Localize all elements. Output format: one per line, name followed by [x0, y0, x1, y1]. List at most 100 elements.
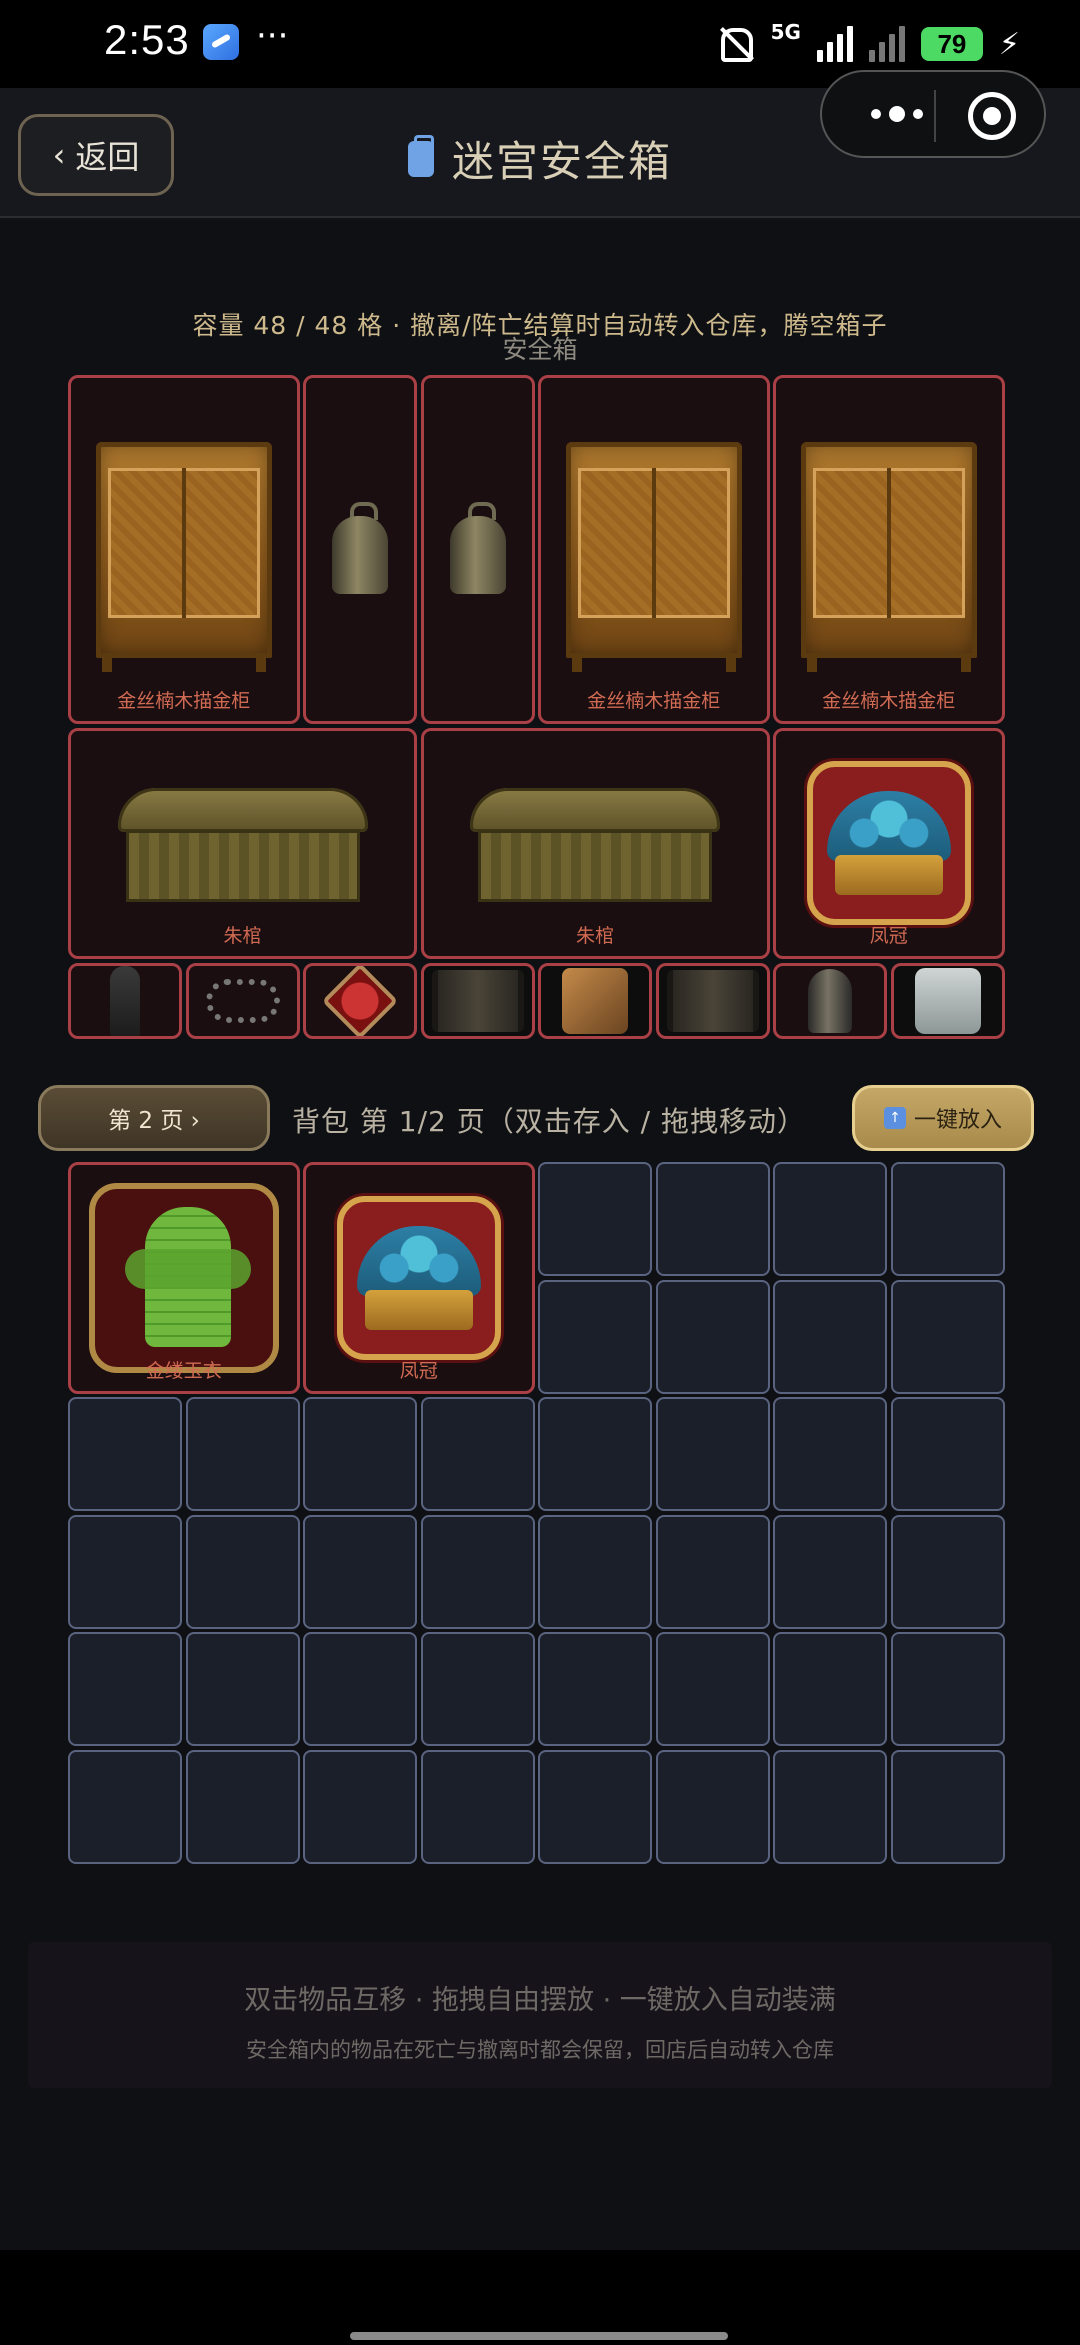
- status-time: 2:53: [104, 16, 190, 63]
- bag-slot[interactable]: [890, 1397, 1005, 1511]
- bag-slot[interactable]: [538, 1279, 652, 1394]
- jade-armor-icon: [88, 1182, 279, 1373]
- bag-slot[interactable]: [420, 1514, 535, 1629]
- item-label: 金丝楠木描金柜: [822, 690, 956, 712]
- capsule-divider: [934, 90, 936, 142]
- safe-item-coffin[interactable]: 朱棺: [68, 727, 417, 959]
- safe-item-cabinet[interactable]: 金丝楠木描金柜: [68, 375, 300, 724]
- charging-icon: ⚡: [998, 26, 1020, 62]
- safe-item-cabinet[interactable]: 金丝楠木描金柜: [538, 375, 770, 724]
- next-page-button[interactable]: 第 2 页 ›: [38, 1085, 270, 1151]
- item-label: 朱棺: [575, 925, 614, 947]
- backpack-icon: [407, 134, 434, 177]
- cabinet-icon: [800, 441, 977, 672]
- bag-slot[interactable]: [773, 1749, 887, 1864]
- page-title: 迷宫安全箱: [451, 137, 672, 186]
- safe-item-small[interactable]: [538, 962, 652, 1039]
- item-label: 朱棺: [223, 925, 262, 947]
- bag-slot[interactable]: [303, 1397, 417, 1511]
- bag-slot[interactable]: [655, 1397, 770, 1511]
- bag-slot[interactable]: [185, 1514, 300, 1629]
- safe-item-coffin[interactable]: 朱棺: [420, 727, 770, 959]
- bag-slot[interactable]: [890, 1514, 1005, 1629]
- bag-slot[interactable]: [68, 1632, 182, 1746]
- safe-item-small[interactable]: [890, 962, 1005, 1039]
- bag-page-label: 背包 第 1/2 页（双击存入 / 拖拽移动）: [292, 1105, 806, 1138]
- bag-slot[interactable]: [68, 1749, 182, 1864]
- bag-slot[interactable]: [538, 1162, 652, 1276]
- more-menu-icon[interactable]: [852, 94, 942, 134]
- auto-fill-button[interactable]: ↑ 一键放入: [852, 1085, 1034, 1151]
- bag-slot[interactable]: [185, 1632, 300, 1746]
- auto-fill-label: 一键放入: [913, 1108, 1002, 1133]
- bag-slot[interactable]: [185, 1749, 300, 1864]
- signal-no-service-icon: [868, 26, 905, 62]
- bag-slot[interactable]: [303, 1514, 417, 1629]
- coffin-icon: [117, 788, 368, 903]
- bag-slot[interactable]: [655, 1749, 770, 1864]
- bag-slot[interactable]: [773, 1632, 887, 1746]
- bag-slot[interactable]: [185, 1397, 300, 1511]
- bag-slot[interactable]: [538, 1397, 652, 1511]
- main-content: 容量 48 / 48 格 · 撤离/阵亡结算时自动转入仓库，腾空箱子 安全箱 金…: [0, 220, 1080, 2250]
- network-type: 5G: [770, 20, 801, 44]
- safe-item-small[interactable]: [655, 962, 770, 1039]
- safe-item-crown[interactable]: 凤冠: [773, 727, 1005, 959]
- bag-slot[interactable]: [773, 1279, 887, 1394]
- safe-item-small[interactable]: [773, 962, 887, 1039]
- cabinet-icon: [565, 441, 742, 672]
- tips-panel: 双击物品互移 · 拖拽自由摆放 · 一键放入自动装满 安全箱内的物品在死亡与撤离…: [28, 1942, 1052, 2088]
- home-indicator[interactable]: [350, 2332, 728, 2340]
- bag-slot[interactable]: [68, 1397, 182, 1511]
- close-miniprogram-icon[interactable]: [968, 92, 1016, 140]
- bag-slot[interactable]: [538, 1749, 652, 1864]
- safe-item-cabinet[interactable]: 金丝楠木描金柜: [773, 375, 1005, 724]
- bag-slot[interactable]: [773, 1397, 887, 1511]
- bag-item-crown[interactable]: 凤冠: [303, 1162, 535, 1394]
- coffin-icon: [470, 788, 720, 903]
- bag-slot[interactable]: [890, 1279, 1005, 1394]
- app-notification-icon: [203, 24, 239, 60]
- bag-slot[interactable]: [773, 1514, 887, 1629]
- safe-item-small[interactable]: [185, 962, 300, 1039]
- bag-slot[interactable]: [655, 1162, 770, 1276]
- safe-item-bell[interactable]: [420, 375, 535, 724]
- prayer-beads-icon: [205, 978, 280, 1023]
- tips-line-2: 安全箱内的物品在死亡与撤离时都会保留，回店后自动转入仓库: [246, 2038, 834, 2062]
- status-icons: 5G 79 ⚡: [713, 20, 1020, 68]
- bag-slot[interactable]: [538, 1632, 652, 1746]
- bag-slot[interactable]: [420, 1632, 535, 1746]
- safe-item-bell[interactable]: [303, 375, 417, 724]
- phoenix-crown-icon: [806, 761, 971, 926]
- bag-slot[interactable]: [890, 1749, 1005, 1864]
- phoenix-crown-icon: [336, 1195, 501, 1360]
- bag-slot[interactable]: [538, 1514, 652, 1629]
- jade-seal-icon: [914, 967, 981, 1034]
- bag-slot[interactable]: [303, 1632, 417, 1746]
- safe-item-small[interactable]: [420, 962, 535, 1039]
- miniprogram-capsule: [820, 70, 1046, 158]
- item-label: 金丝楠木描金柜: [117, 690, 251, 712]
- bronze-cube-icon: [562, 967, 628, 1034]
- bag-slot[interactable]: [303, 1749, 417, 1864]
- upload-icon: ↑: [883, 1107, 906, 1129]
- bag-slot[interactable]: [890, 1162, 1005, 1276]
- bag-slot[interactable]: [655, 1514, 770, 1629]
- bag-item-armor[interactable]: 金缕玉衣: [68, 1162, 300, 1394]
- bag-slot[interactable]: [420, 1397, 535, 1511]
- bag-slot[interactable]: [68, 1514, 182, 1629]
- item-label: 凤冠: [399, 1359, 438, 1382]
- safe-item-small[interactable]: [303, 962, 417, 1039]
- bag-slot[interactable]: [773, 1162, 887, 1276]
- scroll-icon: [666, 969, 759, 1032]
- ruby-gem-icon: [321, 965, 399, 1036]
- signal-icon: [816, 26, 853, 62]
- bag-slot[interactable]: [655, 1632, 770, 1746]
- bag-grid: 金缕玉衣 凤冠: [68, 1162, 1005, 1864]
- safe-item-small[interactable]: [68, 962, 182, 1039]
- bag-slot[interactable]: [890, 1632, 1005, 1746]
- bag-slot[interactable]: [420, 1749, 535, 1864]
- scroll-icon: [431, 969, 524, 1032]
- tips-line-1: 双击物品互移 · 拖拽自由摆放 · 一键放入自动装满: [244, 1985, 836, 2016]
- bag-slot[interactable]: [655, 1279, 770, 1394]
